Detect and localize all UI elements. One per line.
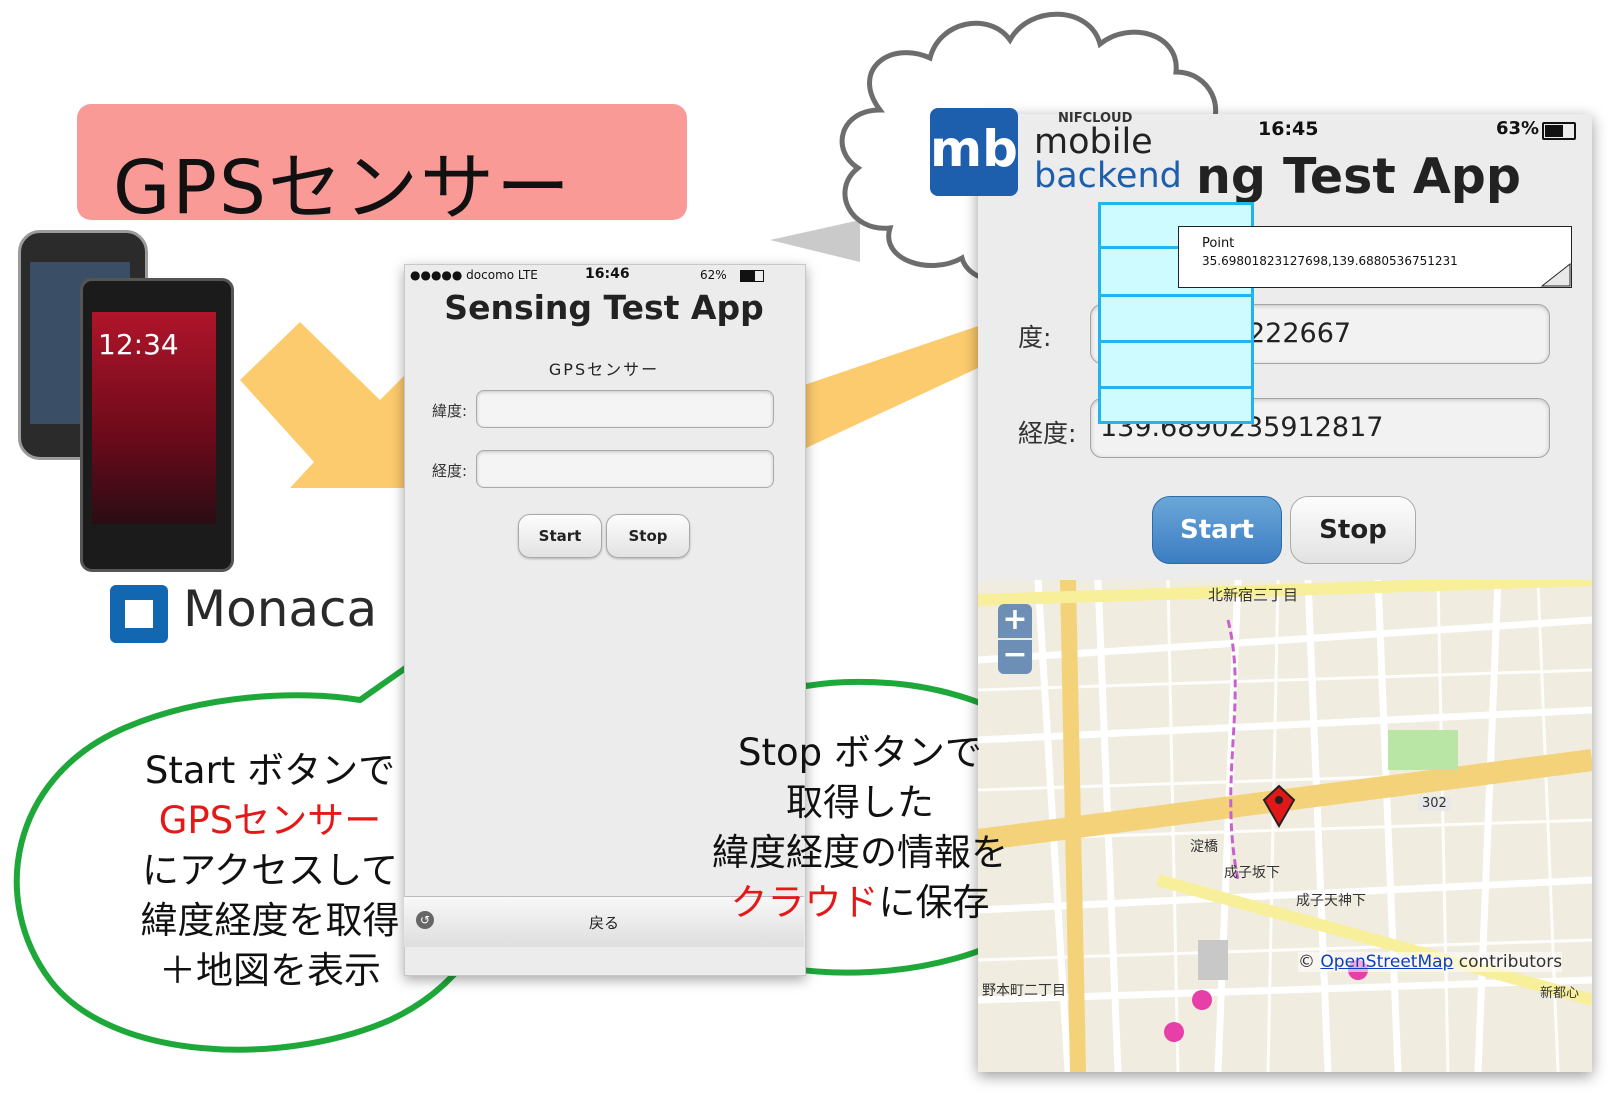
mbaas-logo-mark: mb (930, 120, 1018, 178)
battery-fill (741, 271, 755, 281)
mid-status-time: 16:46 (585, 266, 630, 282)
mid-lng-label: 経度: (432, 462, 468, 480)
db-row-divider (1098, 294, 1254, 297)
bubble-left-line: ＋地図を表示 (159, 949, 381, 992)
mid-lat-label: 緯度: (432, 402, 468, 420)
map-attribution: © OpenStreetMap contributors (1298, 952, 1563, 972)
db-row-divider (1098, 386, 1254, 389)
attribution-prefix: © (1298, 952, 1321, 972)
right-app-title: ng Test App (1196, 148, 1521, 205)
right-start-button[interactable]: Start (1152, 496, 1282, 564)
map-label: 成子天神下 (1296, 893, 1366, 909)
mid-lng-input[interactable] (476, 450, 774, 488)
mid-status-carrier: ●●●●● docomo LTE (410, 268, 538, 282)
right-lat-label: 度: (1018, 323, 1052, 352)
map-label: 成子坂下 (1224, 865, 1280, 881)
note-fold-icon (1540, 262, 1571, 287)
bubble-right-line: クラウドに保存 (680, 878, 1040, 928)
point-note-title: Point (1202, 236, 1235, 251)
bubble-right-highlight: クラウド (730, 881, 879, 924)
bubble-left-line: Start ボタンで (144, 749, 396, 792)
right-status-battery: 63% (1496, 118, 1540, 139)
mid-start-button[interactable]: Start (518, 514, 602, 558)
map-label: 淀橋 (1190, 839, 1218, 855)
map-road-badge: 302 (1418, 796, 1451, 811)
bubble-left-highlight: GPSセンサー (158, 799, 382, 842)
bubble-right-text: Stop ボタンで 取得した 緯度経度の情報を クラウドに保存 (680, 728, 1040, 928)
mid-app-title: Sensing Test App (444, 288, 764, 327)
openstreetmap-link[interactable]: OpenStreetMap (1320, 952, 1453, 972)
bubble-left-line: にアクセスして (141, 849, 399, 892)
mid-status-battery: 62% (700, 268, 727, 282)
db-row-divider (1098, 340, 1254, 343)
map-pin-icon (1262, 784, 1296, 828)
mid-stop-button[interactable]: Stop (606, 514, 690, 558)
right-stop-button[interactable]: Stop (1290, 496, 1416, 564)
bubble-right-line-end: に保存 (878, 881, 990, 924)
mbaas-word-backend: backend (1034, 156, 1182, 196)
map-label: 新都心 (1540, 986, 1580, 1001)
map-label: 野本町二丁目 (982, 983, 1066, 999)
right-lng-label: 経度: (1018, 419, 1077, 448)
bubble-left-line: 緯度経度を取得 (140, 899, 400, 942)
bubble-right-line: 取得した (786, 781, 934, 824)
arrow-to-app (240, 322, 404, 488)
cloud-shadow (770, 220, 860, 262)
map-label: 北新宿三丁目 (1208, 586, 1299, 604)
right-lat-value: 222667 (1248, 318, 1352, 349)
bubble-right-line: 緯度経度の情報を (712, 831, 1008, 874)
map-zoom-in-button[interactable]: + (998, 604, 1032, 638)
bubble-left-text: Start ボタンで GPSセンサー にアクセスして 緯度経度を取得 ＋地図を表… (110, 746, 430, 996)
mid-app-subtitle: GPSセンサー (548, 360, 660, 379)
point-note-value: 35.69801823127698,139.6880536751231 (1202, 254, 1458, 268)
right-status-time: 16:45 (1258, 118, 1319, 140)
mid-lat-input[interactable] (476, 390, 774, 428)
attribution-suffix: contributors (1453, 952, 1563, 972)
map-zoom-out-button[interactable]: − (998, 640, 1032, 674)
battery-fill (1545, 125, 1563, 137)
bubble-right-line: Stop ボタンで (738, 731, 982, 774)
